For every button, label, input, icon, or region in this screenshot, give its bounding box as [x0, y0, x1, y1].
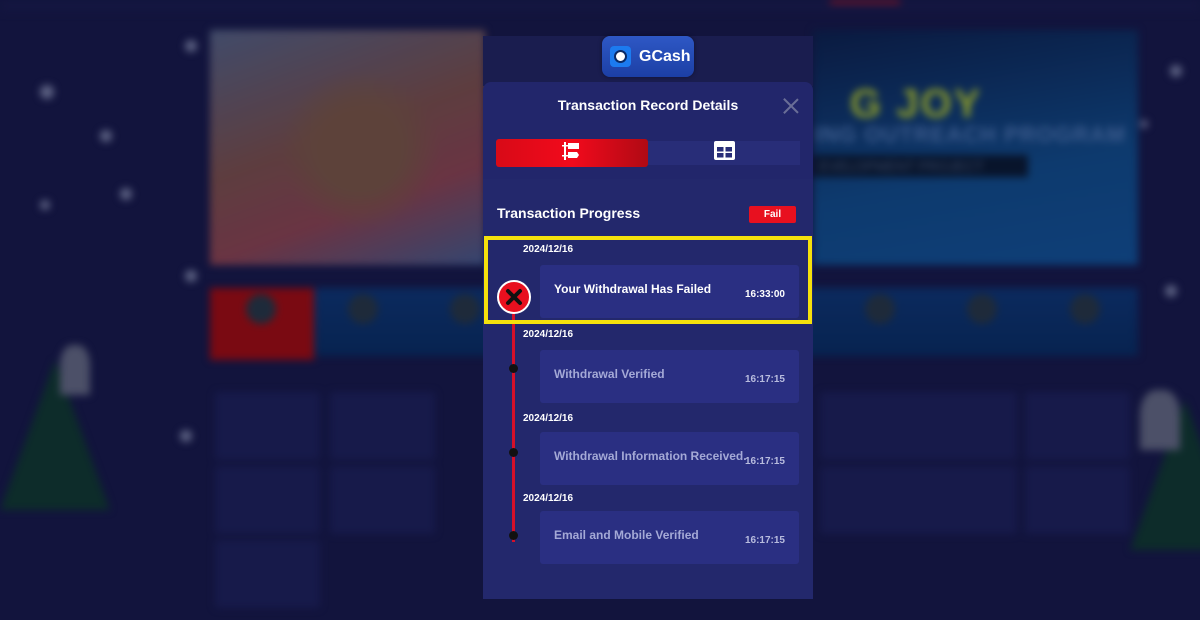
- step-time: 16:33:00: [744, 289, 785, 300]
- tab-details-grid[interactable]: [648, 141, 800, 165]
- payment-method-name: GCash: [639, 47, 691, 65]
- transaction-progress-section: Transaction Progress Fail 2024/12/16 You…: [483, 179, 813, 599]
- step-time: 16:17:15: [744, 535, 785, 546]
- timeline-line: [512, 296, 515, 542]
- step-card: Withdrawal Verified 16:17:15: [540, 350, 799, 403]
- banner-tagline: EVELOPMENT PROJECT: [813, 155, 1028, 177]
- banner-headline: G JOY: [850, 82, 983, 126]
- step-card: Your Withdrawal Has Failed 16:33:00: [540, 265, 799, 318]
- step-card: Withdrawal Information Received. 16:17:1…: [540, 432, 799, 485]
- gcash-logo-icon: [610, 46, 631, 67]
- payment-method-badge: GCash: [602, 36, 694, 77]
- timeline-dot: [509, 448, 518, 457]
- step-date: 2024/12/16: [523, 244, 574, 255]
- grid-icon: [713, 141, 735, 165]
- timeline-dot: [509, 364, 518, 373]
- timeline-dot: [509, 531, 518, 540]
- modal-title: Transaction Record Details: [557, 97, 739, 113]
- close-icon[interactable]: [783, 98, 799, 114]
- step-label: Email and Mobile Verified: [554, 528, 699, 542]
- step-label: Your Withdrawal Has Failed: [554, 282, 712, 296]
- step-date: 2024/12/16: [523, 413, 574, 424]
- tab-progress-timeline[interactable]: [496, 139, 648, 167]
- banner-subheadline: ING OUTREACH PROGRAM: [815, 122, 1126, 147]
- background-banner-image: [210, 30, 485, 265]
- step-time: 16:17:15: [744, 374, 785, 385]
- step-label: Withdrawal Information Received.: [554, 449, 747, 463]
- step-date: 2024/12/16: [523, 329, 574, 340]
- view-tabs: [496, 139, 800, 167]
- timeline-icon: [562, 141, 582, 166]
- status-badge: Fail: [749, 206, 796, 223]
- failed-x-icon: [497, 280, 531, 314]
- step-time: 16:17:15: [744, 456, 785, 467]
- step-card: Email and Mobile Verified 16:17:15: [540, 511, 799, 564]
- step-date: 2024/12/16: [523, 493, 574, 504]
- step-label: Withdrawal Verified: [554, 367, 665, 381]
- background-header: [0, 0, 1200, 12]
- transaction-record-modal: Transaction Record Details Transaction P…: [483, 82, 813, 599]
- progress-title: Transaction Progress: [497, 205, 641, 221]
